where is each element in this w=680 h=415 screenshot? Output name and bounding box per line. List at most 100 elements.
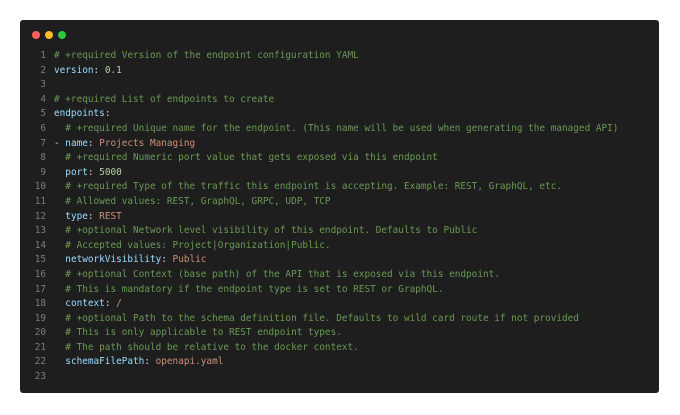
yaml-number-value: 0.1 [104,64,122,76]
yaml-key: context [65,298,105,310]
yaml-key: networkVisibility [65,254,162,266]
line-number: 8 [40,152,46,164]
code-comment: # Accepted values: Project|Organization|… [65,239,331,251]
code-line: 12 type: REST [20,210,659,225]
code-token: : [144,356,156,368]
code-line: 17 # This is mandatory if the endpoint t… [20,283,659,298]
code-line: 15 networkVisibility: Public [20,253,659,268]
line-number: 20 [34,327,46,339]
code-line: 16 # +optional Context (base path) of th… [20,268,659,283]
yaml-string-value: Projects Managing [99,137,196,149]
code-line: 11 # Allowed values: REST, GraphQL, GRPC… [20,195,659,210]
line-number: 6 [40,122,46,134]
yaml-key: name [65,137,88,149]
code-token: : [87,166,100,178]
code-comment: # Allowed values: REST, GraphQL, GRPC, U… [65,195,331,207]
window-titlebar [20,20,659,50]
yaml-list-marker: - [54,137,66,149]
line-number: 4 [40,93,46,105]
yaml-key: type [65,210,88,222]
line-number: 19 [34,312,46,324]
code-comment: # +required Type of the traffic this end… [65,181,562,193]
code-token: : [87,137,100,149]
code-line: 22 schemaFilePath: openapi.yaml [20,355,659,370]
yaml-number-value: 5000 [99,166,122,178]
code-line: 1 # +required Version of the endpoint con… [20,49,659,64]
code-line: 6 # +required Unique name for the endpoi… [20,122,659,137]
code-token: : [104,108,111,120]
yaml-string-value: Public [172,254,207,266]
line-number: 2 [40,64,46,76]
line-number: 14 [34,239,46,251]
code-line: 5 endpoints: [20,107,659,122]
line-number: 13 [34,225,46,237]
code-line: 9 port: 5000 [20,166,659,181]
code-line: 20 # This is only applicable to REST end… [20,326,659,341]
code-line: 13 # +optional Network level visibility … [20,224,659,239]
code-comment: # +required List of endpoints to create [54,93,275,105]
code-comment: # +required Unique name for the endpoint… [65,122,619,134]
code-line: 14 # Accepted values: Project|Organizati… [20,239,659,254]
code-line: 10 # +required Type of the traffic this … [20,180,659,195]
code-token: : [93,64,105,76]
code-token: : [104,298,117,310]
code-line: 23 [20,370,659,385]
code-token: : [161,254,173,266]
yaml-key: endpoints [54,108,105,120]
line-number: 12 [34,210,46,222]
code-comment: # +required Numeric port value that gets… [65,152,438,164]
line-number: 5 [40,108,46,120]
code-line: 3 [20,78,659,93]
line-number: 17 [34,283,46,295]
yaml-string-value: openapi.yaml [155,356,224,368]
line-number: 21 [34,341,46,353]
yaml-key: port [65,166,88,178]
yaml-string-value: REST [99,210,122,222]
code-line: 4 # +required List of endpoints to create [20,93,659,108]
line-number: 22 [34,356,46,368]
code-line: 19 # +optional Path to the schema defini… [20,312,659,327]
line-number: 3 [40,79,46,91]
line-number: 1 [40,50,46,61]
yaml-string-value: / [116,298,122,310]
code-comment: # This is only applicable to REST endpoi… [65,327,342,339]
line-number: 10 [34,181,46,193]
line-number: 15 [34,254,46,266]
code-line: 18 context: / [20,297,659,312]
line-number: 23 [34,371,46,383]
code-line: 21 # The path should be relative to the … [20,341,659,356]
code-comment: # The path should be relative to the doc… [65,341,359,353]
maximize-window-button[interactable] [58,31,66,39]
line-number: 11 [34,195,46,207]
code-line: 7- name: Projects Managing [20,137,659,152]
line-number: 18 [34,298,46,310]
line-number: 7 [40,137,46,149]
code-comment: # +optional Path to the schema definitio… [65,312,579,324]
close-window-button[interactable] [32,31,40,39]
code-comment: # +required Version of the endpoint conf… [54,50,359,61]
minimize-window-button[interactable] [45,31,53,39]
yaml-key: schemaFilePath [65,356,145,368]
line-number: 16 [34,268,46,280]
yaml-key: version [54,64,94,76]
line-number: 9 [40,166,46,178]
code-block: 1 # +required Version of the endpoint con… [20,49,659,385]
code-token: : [87,210,100,222]
code-comment: # +optional Network level visibility of … [65,225,478,237]
code-window: 1 # +required Version of the endpoint con… [20,20,659,393]
